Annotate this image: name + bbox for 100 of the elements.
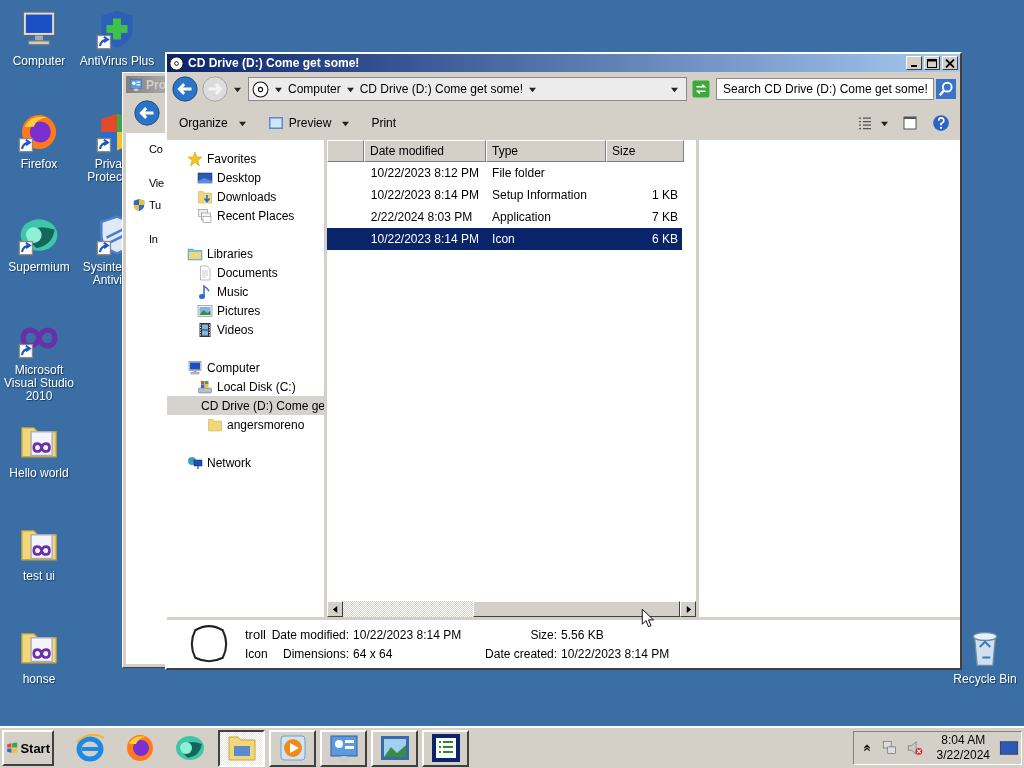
column-header[interactable]: Type [486,140,606,162]
tree-item[interactable]: Favorites [167,149,324,168]
minimize-icon [911,65,917,67]
breadcrumb[interactable]: Computer [288,82,341,96]
folder-icon [207,416,223,433]
detail-value: 5.56 KB [561,627,605,642]
back-icon[interactable] [134,100,160,126]
control-panel-icon [129,77,143,92]
toolbar-button[interactable]: Preview [263,113,354,133]
browser-icon [74,732,106,764]
table-cell: Icon [492,232,515,246]
caret-icon [529,85,537,93]
toolbar-button[interactable]: Print [367,114,401,132]
film-icon [197,321,213,338]
tree-item[interactable]: Downloads [167,187,324,206]
desktop-icon-label[interactable]: Supermium [8,261,70,274]
control-panel-icon [327,732,360,764]
tree-item[interactable]: Videos [167,320,324,339]
file-name: troll [245,627,267,642]
tree-item[interactable]: angersmoreno [167,415,324,434]
preview-pane-button[interactable] [902,115,918,131]
views-button[interactable] [857,115,888,131]
view-options-icon [857,115,873,131]
star-icon [187,150,203,167]
tree-item[interactable]: Libraries [167,244,324,263]
detail-label: Date created: [485,647,558,661]
column-header[interactable]: Date modified [364,140,486,162]
desktop-icon-label[interactable]: Microsoft Visual Studio 2010 [1,364,77,403]
detail-label: Size: [530,627,558,642]
desktop-icon-label[interactable]: AntiVirus Plus [79,55,155,68]
caret-icon [275,85,282,93]
desktop-icon-label[interactable]: Priva Protec [87,158,122,184]
search-button[interactable] [936,79,956,99]
desktop-icon-label[interactable]: Hello world [9,467,69,480]
window-title: Pro [146,77,166,92]
maximize-button[interactable] [924,56,940,70]
start-button[interactable]: Start [2,730,54,766]
tree-item[interactable]: Computer [167,358,324,377]
tree-item[interactable]: Local Disk (C:) [167,377,324,396]
refresh-button[interactable] [692,80,710,98]
tree-item[interactable]: Documents [167,263,324,282]
file-row[interactable]: 2/22/2024 8:03 PM Application 7 KB [327,206,682,228]
column-header[interactable]: Size [606,140,684,162]
tree-item[interactable]: Network [167,453,324,472]
address-bar[interactable]: Computer CD Drive (D:) Come get some! [248,77,687,101]
tree-item[interactable]: CD Drive (D:) Come ge [167,396,324,415]
file-row[interactable]: 10/22/2023 8:14 PM Icon 6 KB [327,228,682,250]
task-link[interactable]: Co [149,143,163,155]
desktop-icon-label[interactable]: honse [22,673,56,686]
file-row[interactable]: 10/22/2023 8:12 PM File folder [327,162,682,184]
file-row[interactable]: 10/22/2023 8:14 PM Setup Information 1 KB [327,184,682,206]
tree-item[interactable]: Desktop [167,168,324,187]
caret-icon [238,119,246,127]
breadcrumb[interactable]: CD Drive (D:) Come get some! [359,82,524,96]
drive-icon [197,378,213,395]
computer-icon [187,359,203,376]
music-note-icon [197,283,213,300]
desktop-icon-label[interactable]: Recycle Bin [953,673,1017,686]
tree-item[interactable]: Pictures [167,301,324,320]
library-icon [187,245,203,262]
table-cell: Setup Information [492,188,587,202]
task-link[interactable]: Tu [149,199,161,211]
desktop-icon-label[interactable]: Computer [12,55,66,68]
column-header[interactable] [327,140,364,162]
task-link[interactable]: Vie [149,177,164,189]
search-field[interactable]: Search CD Drive (D:) Come get some! [716,78,934,100]
detail-label: Date modified: [271,627,350,642]
close-button[interactable] [942,56,958,70]
toolbar-button[interactable]: Organize [175,114,250,132]
close-icon [945,58,955,68]
caret-icon [346,85,354,93]
muted-speaker-icon[interactable] [905,739,924,757]
disc-icon [252,80,269,98]
tree-item[interactable]: Recent Places [167,206,324,225]
horizontal-scrollbar[interactable] [327,601,696,617]
caret-icon [342,119,350,127]
minimize-button[interactable] [906,56,922,70]
browser-icon [124,732,156,764]
window-title: CD Drive (D:) Come get some! [188,56,360,70]
file-type: Icon [245,647,268,661]
desktop-icon [197,169,213,186]
desktop-icon-label[interactable]: Firefox [20,158,58,171]
disc-icon [169,55,184,71]
table-cell: 6 KB [652,232,678,246]
detail-value: 64 x 64 [353,647,394,661]
back-button[interactable] [171,75,199,103]
desktop-icon-label[interactable]: test ui [23,570,55,583]
help-icon [932,114,950,132]
scroll-left-icon[interactable] [331,605,339,613]
help-button[interactable] [932,114,950,132]
taskbar-button[interactable] [218,729,265,767]
list-icon [429,732,462,764]
desktop-icon-label[interactable]: Sysinte Antivi [82,261,122,287]
task-link[interactable]: In [149,233,158,245]
document-icon [197,264,213,281]
tree-item[interactable]: Music [167,282,324,301]
scroll-right-icon[interactable] [684,605,692,613]
clock-date[interactable]: 3/22/2024 [936,748,990,763]
monitor-icon[interactable] [999,738,1019,758]
clock-time[interactable]: 8:04 AM [941,733,986,748]
